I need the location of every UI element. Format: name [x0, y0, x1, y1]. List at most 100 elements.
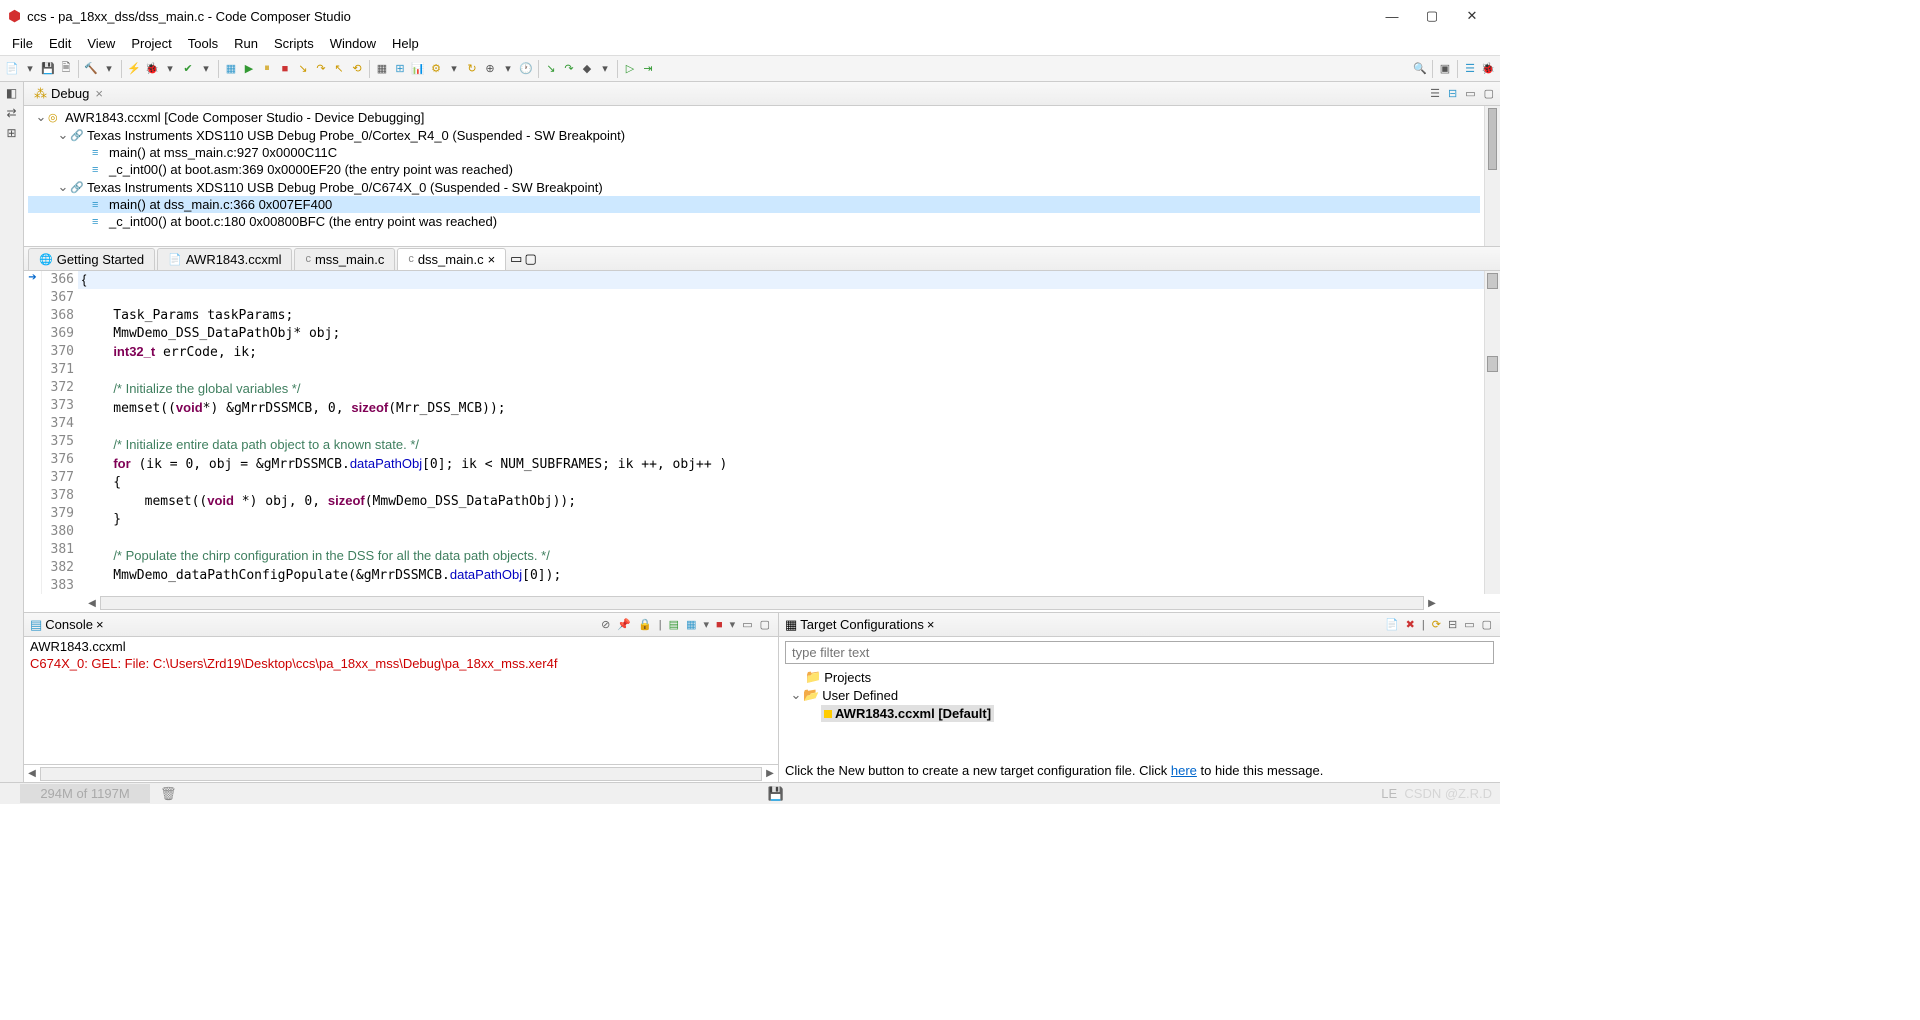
target-tab[interactable]: Target Configurations: [800, 617, 924, 632]
trim-icon[interactable]: ⇄: [6, 106, 16, 120]
reload-icon[interactable]: ↻: [464, 61, 480, 77]
minimize-pane-icon[interactable]: ▭: [740, 618, 754, 631]
func-icon[interactable]: ⊕: [482, 61, 498, 77]
perspective-ccs-icon[interactable]: ▣: [1437, 61, 1453, 77]
perspective-debug-icon[interactable]: 🐞: [1480, 61, 1496, 77]
debug-tab[interactable]: ⁂ Debug ×: [28, 84, 109, 104]
signal-icon[interactable]: 📊: [410, 61, 426, 77]
menu-edit[interactable]: Edit: [43, 34, 77, 53]
console-tab[interactable]: Console: [45, 617, 93, 632]
scrollbar-vertical[interactable]: [1484, 106, 1500, 246]
close-button[interactable]: ✕: [1452, 4, 1492, 28]
search-icon[interactable]: 🔍: [1412, 61, 1428, 77]
asm-step-over-icon[interactable]: ↷: [561, 61, 577, 77]
scrollbar-vertical[interactable]: [1484, 271, 1500, 594]
main-toolbar: 📄▾ 💾 🗎 🔨▾ ⚡ 🐞▾ ✔▾ ▦ ▶ ⏸ ■ ↘ ↷ ↖ ⟲ ▦ ⊞ 📊 …: [0, 56, 1500, 82]
minimize-button[interactable]: —: [1372, 5, 1412, 28]
minimize-pane-icon[interactable]: ▭: [1463, 87, 1477, 100]
clock-icon[interactable]: 🕐: [518, 61, 534, 77]
trash-icon[interactable]: 🗑: [150, 786, 177, 802]
debug-tree[interactable]: ⌄◎AWR1843.ccxml [Code Composer Studio - …: [24, 106, 1484, 246]
target-tree[interactable]: 📁Projects ⌄📂User Defined AWR1843.ccxml […: [779, 668, 1500, 759]
reset-icon[interactable]: ⚙: [428, 61, 444, 77]
debug-icon[interactable]: 🐞: [144, 61, 160, 77]
menu-help[interactable]: Help: [386, 34, 425, 53]
run-free-icon[interactable]: ▷: [622, 61, 638, 77]
pin-icon[interactable]: 📌: [615, 618, 633, 631]
misc-icon[interactable]: ◆: [579, 61, 595, 77]
stack-frame[interactable]: ≡_c_int00() at boot.c:180 0x00800BFC (th…: [28, 213, 1480, 230]
scrollbar-horizontal[interactable]: ◀▶: [24, 764, 778, 782]
grid-icon[interactable]: ▦: [374, 61, 390, 77]
menu-file[interactable]: File: [6, 34, 39, 53]
trim-icon[interactable]: ⊞: [6, 126, 16, 140]
resume-icon[interactable]: ▶: [241, 61, 257, 77]
collapse-icon[interactable]: ⊟: [1446, 618, 1459, 631]
here-link[interactable]: here: [1171, 763, 1197, 778]
close-icon[interactable]: ×: [927, 617, 935, 632]
app-icon: ⬢: [8, 7, 21, 25]
stack-frame[interactable]: ⌄◎AWR1843.ccxml [Code Composer Studio - …: [28, 108, 1480, 126]
menu-project[interactable]: Project: [125, 34, 177, 53]
target-entry[interactable]: AWR1843.ccxml [Default]: [821, 705, 994, 722]
restart-icon[interactable]: ⟲: [349, 61, 365, 77]
perspective-edit-icon[interactable]: ☰: [1462, 61, 1478, 77]
open-console-icon[interactable]: ▦: [684, 618, 698, 631]
expr-icon[interactable]: ⊞: [392, 61, 408, 77]
editor-tab[interactable]: 📄AWR1843.ccxml: [157, 248, 292, 270]
clear-icon[interactable]: ⊘: [599, 618, 612, 631]
asm-step-into-icon[interactable]: ↘: [543, 61, 559, 77]
filter-input[interactable]: [785, 641, 1494, 664]
stack-frame[interactable]: ≡main() at dss_main.c:366 0x007EF400: [28, 196, 1480, 213]
scroll-lock-icon[interactable]: 🔒: [636, 618, 654, 631]
step-into-icon[interactable]: ↘: [295, 61, 311, 77]
menu-tools[interactable]: Tools: [182, 34, 224, 53]
new-target-icon[interactable]: 📄: [1383, 618, 1401, 631]
step-over-icon[interactable]: ↷: [313, 61, 329, 77]
stack-frame[interactable]: ≡main() at mss_main.c:927 0x0000C11C: [28, 144, 1480, 161]
maximize-pane-icon[interactable]: ▢: [1482, 87, 1496, 100]
menu-view[interactable]: View: [81, 34, 121, 53]
display-icon[interactable]: ▤: [667, 618, 681, 631]
check-icon[interactable]: ✔: [180, 61, 196, 77]
maximize-pane-icon[interactable]: ▢: [524, 251, 536, 267]
trim-icon[interactable]: ◧: [6, 86, 17, 100]
minimize-pane-icon[interactable]: ▭: [510, 251, 522, 267]
editor-tab[interactable]: cdss_main.c ×: [397, 248, 506, 270]
terminate-icon[interactable]: ■: [277, 61, 293, 77]
stack-frame[interactable]: ≡_c_int00() at boot.asm:369 0x0000EF20 (…: [28, 161, 1480, 178]
code-editor[interactable]: { Task_Params taskParams; MmwDemo_DSS_Da…: [78, 271, 1484, 594]
terminate-icon[interactable]: ■: [714, 619, 725, 631]
pause-icon[interactable]: ⏸: [259, 61, 275, 77]
stack-frame[interactable]: ⌄🔗Texas Instruments XDS110 USB Debug Pro…: [28, 178, 1480, 196]
close-icon[interactable]: ×: [95, 86, 103, 101]
refresh-icon[interactable]: ⟳: [1430, 618, 1443, 631]
editor-tab[interactable]: 🌐Getting Started: [28, 248, 155, 270]
scrollbar-horizontal[interactable]: ◀▶: [24, 594, 1500, 612]
new-icon[interactable]: 📄: [4, 61, 20, 77]
minimize-icon[interactable]: ⊟: [1446, 87, 1459, 100]
go-main-icon[interactable]: ⇥: [640, 61, 656, 77]
maximize-pane-icon[interactable]: ▢: [758, 618, 772, 631]
delete-icon[interactable]: ✖: [1404, 618, 1417, 631]
heap-status[interactable]: 294M of 1197M: [20, 784, 150, 803]
maximize-pane-icon[interactable]: ▢: [1480, 618, 1494, 631]
minimize-pane-icon[interactable]: ▭: [1462, 618, 1476, 631]
console-output[interactable]: C674X_0: GEL: File: C:\Users\Zrd19\Deskt…: [24, 656, 778, 764]
save-all-icon[interactable]: 🗎: [58, 61, 74, 77]
menu-scripts[interactable]: Scripts: [268, 34, 320, 53]
stack-frame[interactable]: ⌄🔗Texas Instruments XDS110 USB Debug Pro…: [28, 126, 1480, 144]
menu-run[interactable]: Run: [228, 34, 264, 53]
flash-icon[interactable]: ⚡: [126, 61, 142, 77]
save-icon[interactable]: 💾: [40, 61, 56, 77]
build-icon[interactable]: 🔨: [83, 61, 99, 77]
maximize-button[interactable]: ▢: [1412, 4, 1452, 28]
close-icon[interactable]: ×: [96, 617, 104, 632]
connect-icon[interactable]: ▦: [223, 61, 239, 77]
close-icon[interactable]: ×: [488, 252, 496, 267]
menu-window[interactable]: Window: [324, 34, 382, 53]
instruction-pointer-icon: ➔: [24, 271, 41, 283]
editor-tab[interactable]: cmss_main.c: [294, 248, 395, 270]
view-menu-icon[interactable]: ☰: [1428, 87, 1442, 100]
step-return-icon[interactable]: ↖: [331, 61, 347, 77]
